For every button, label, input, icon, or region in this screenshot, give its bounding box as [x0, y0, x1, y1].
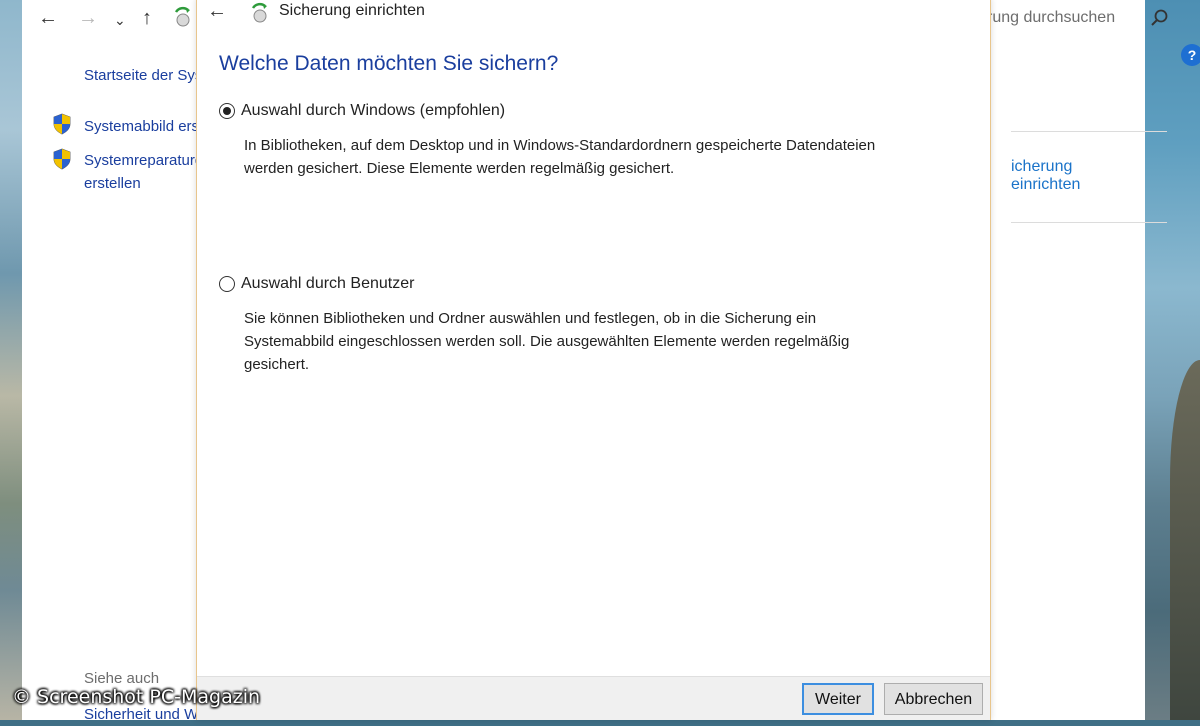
- dialog-footer: Weiter Abbrechen: [197, 676, 990, 720]
- sidebar-link-repair-disc[interactable]: Systemreparaturda: [84, 149, 212, 172]
- chevron-down-icon[interactable]: ⌄: [114, 6, 126, 34]
- dialog-title: Sicherung einrichten: [279, 2, 425, 19]
- desktop-wallpaper-right: [1145, 0, 1200, 720]
- option-user-description: Sie können Bibliotheken und Ordner auswä…: [244, 307, 974, 376]
- search-icon[interactable]: [1150, 8, 1170, 28]
- forward-arrow-icon[interactable]: →: [78, 4, 98, 32]
- description-line: Sie können Bibliotheken und Ordner auswä…: [244, 310, 817, 327]
- desktop-wallpaper-left: [0, 0, 22, 720]
- sidebar-link-repair-disc-line2[interactable]: erstellen: [84, 172, 141, 195]
- search-input[interactable]: rung durchsuchen: [987, 9, 1115, 27]
- backup-icon: [251, 2, 267, 23]
- option-windows-label[interactable]: Auswahl durch Windows (empfohlen): [241, 102, 505, 120]
- divider: [1011, 131, 1167, 132]
- backup-icon: [174, 6, 190, 27]
- wallpaper-rock: [1170, 360, 1200, 720]
- watermark-text: © Screenshot PC-Magazin: [12, 686, 261, 708]
- sidebar-link-system-image[interactable]: Systemabbild erste: [84, 115, 212, 138]
- page-heading: Welche Daten möchten Sie sichern?: [219, 52, 559, 75]
- option-user-label[interactable]: Auswahl durch Benutzer: [241, 275, 414, 293]
- option-windows-description: In Bibliotheken, auf dem Desktop und in …: [244, 134, 974, 180]
- description-line: In Bibliotheken, auf dem Desktop und in …: [244, 137, 876, 154]
- description-line: Systemabbild eingeschlossen werden soll.…: [244, 333, 850, 350]
- next-button[interactable]: Weiter: [802, 683, 874, 715]
- option-windows[interactable]: Auswahl durch Windows (empfohlen): [219, 102, 505, 120]
- description-line: werden gesichert. Diese Elemente werden …: [244, 160, 675, 177]
- description-line: gesichert.: [244, 356, 310, 373]
- uac-shield-icon: [53, 113, 71, 135]
- setup-backup-link[interactable]: icherung einrichten: [1011, 158, 1145, 194]
- setup-backup-dialog: ← Sicherung einrichten Welche Daten möch…: [196, 0, 991, 720]
- radio-button-user[interactable]: [219, 276, 235, 292]
- see-also-heading: Siehe auch: [84, 670, 160, 687]
- back-arrow-icon[interactable]: ←: [38, 4, 58, 32]
- divider: [1011, 222, 1167, 223]
- up-arrow-icon[interactable]: ↑: [142, 4, 152, 32]
- radio-button-windows[interactable]: [219, 103, 235, 119]
- uac-shield-icon: [53, 148, 71, 170]
- back-arrow-icon[interactable]: ←: [207, 0, 227, 23]
- option-user[interactable]: Auswahl durch Benutzer: [219, 275, 414, 293]
- cancel-button[interactable]: Abbrechen: [884, 683, 983, 715]
- help-icon[interactable]: ?: [1181, 44, 1200, 66]
